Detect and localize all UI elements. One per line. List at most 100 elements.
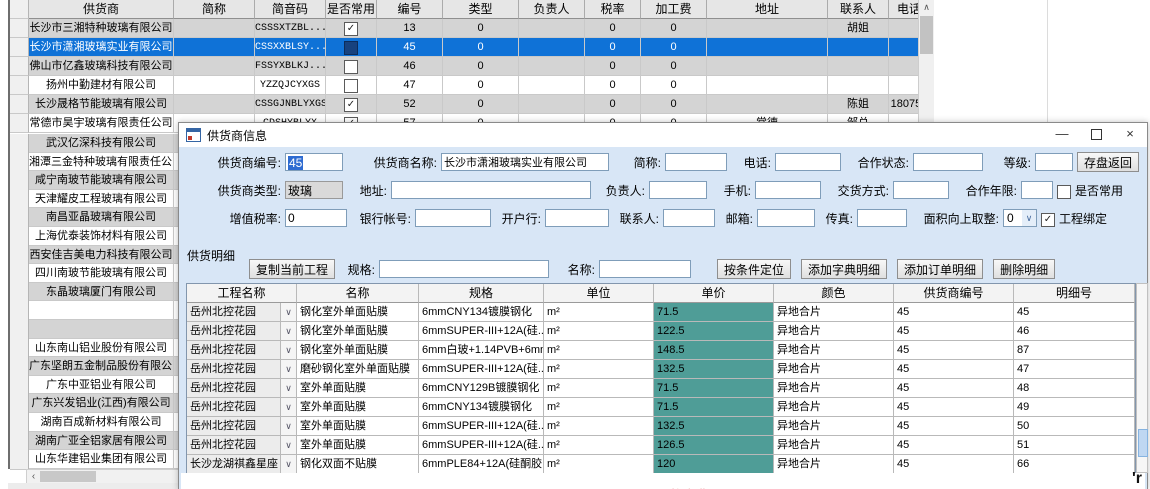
maximize-icon[interactable] — [1079, 123, 1113, 147]
vat-field[interactable] — [285, 209, 347, 227]
chevron-down-icon[interactable]: ∨ — [280, 360, 296, 378]
table-row[interactable]: 岳州北控花园∨磨砂钢化室外单面贴膜6mmSUPER-III+12A(硅...m²… — [187, 360, 1135, 379]
column-header[interactable]: 类型 — [443, 0, 519, 19]
project-combo[interactable]: 岳州北控花园∨ — [187, 436, 297, 455]
cell-tax[interactable]: 0 — [585, 76, 641, 95]
minimize-icon[interactable]: — — [1045, 123, 1079, 147]
address-field[interactable] — [391, 181, 591, 199]
common-checkbox-cell[interactable]: ✓ — [326, 19, 377, 38]
table-row[interactable]: 岳州北控花园∨室外单面贴膜6mmSUPER-III+12A(硅...m²132.… — [187, 417, 1135, 436]
grade-field[interactable] — [1035, 153, 1073, 171]
cell-code[interactable]: CSSGJNBLYXGS — [255, 95, 326, 114]
cell-fee[interactable]: 0 — [641, 57, 707, 76]
project-combo[interactable]: 岳州北控花园∨ — [187, 379, 297, 398]
checkbox-icon[interactable]: ✓ — [344, 98, 358, 112]
column-header[interactable]: 名称 — [297, 284, 419, 303]
cell-short-name[interactable] — [174, 57, 255, 76]
cell-supplier[interactable]: 长沙市潇湘玻璃实业有限公司 — [29, 38, 174, 57]
cell-fee[interactable]: 0 — [641, 95, 707, 114]
chevron-up-icon[interactable]: ∧ — [919, 0, 934, 15]
list-item[interactable]: 四川南玻节能玻璃有限公司 — [10, 264, 180, 283]
phone-field[interactable] — [775, 153, 841, 171]
locate-button[interactable]: 按条件定位 — [717, 259, 791, 279]
chevron-down-icon[interactable]: ∨ — [280, 436, 296, 454]
cell-id[interactable]: 47 — [377, 76, 443, 95]
list-horizontal-scrollbar[interactable]: ‹ — [26, 469, 180, 484]
column-header[interactable]: 税率 — [585, 0, 641, 19]
project-combo[interactable]: 岳州北控花园∨ — [187, 322, 297, 341]
chevron-down-icon[interactable]: ∨ — [280, 455, 296, 473]
cell-address[interactable] — [707, 19, 828, 38]
project-combo[interactable]: 岳州北控花园∨ — [187, 341, 297, 360]
project-combo[interactable]: 岳州北控花园∨ — [187, 417, 297, 436]
table-row[interactable]: 扬州中勤建材有限公司YZZQJCYXGS47000 — [10, 76, 934, 95]
cell-contact[interactable] — [828, 57, 889, 76]
column-header[interactable]: 地址 — [707, 0, 828, 19]
project-combo[interactable]: 岳州北控花园∨ — [187, 360, 297, 379]
cell-code[interactable]: CSSSXTZBL... — [255, 19, 326, 38]
column-header[interactable]: 工程名称 — [187, 284, 297, 303]
manager-field[interactable] — [649, 181, 707, 199]
cell-short-name[interactable] — [174, 76, 255, 95]
checkbox-icon[interactable] — [1057, 185, 1071, 199]
contact-field[interactable] — [663, 209, 715, 227]
cell-tax[interactable]: 0 — [585, 57, 641, 76]
short-name-field[interactable] — [665, 153, 727, 171]
table-row[interactable]: 长沙市潇湘玻璃实业有限公司CSSXXBLSY...45000 — [10, 38, 934, 57]
cell-type[interactable]: 0 — [443, 95, 519, 114]
cell-id[interactable]: 52 — [377, 95, 443, 114]
common-checkbox-cell[interactable]: ✓ — [326, 95, 377, 114]
cell-manager[interactable] — [519, 57, 585, 76]
cell-short-name[interactable] — [174, 95, 255, 114]
cell-manager[interactable] — [519, 76, 585, 95]
cell-contact[interactable] — [828, 76, 889, 95]
copy-project-button[interactable]: 复制当前工程 — [249, 259, 335, 279]
list-item[interactable]: 湖南广亚全铝家居有限公司 — [10, 432, 180, 451]
cell-tax[interactable]: 0 — [585, 38, 641, 57]
detail-vertical-scrollbar[interactable] — [1136, 283, 1148, 473]
checkbox-icon[interactable]: ✓ — [344, 22, 358, 36]
round-up-combo[interactable]: 0 ∨ — [1003, 209, 1037, 227]
supplier-id-field[interactable]: 45 — [285, 153, 343, 171]
cell-type[interactable]: 0 — [443, 57, 519, 76]
table-row[interactable]: 岳州北控花园∨钢化室外单面贴膜6mm白玻+1.14PVB+6mm...m²148… — [187, 341, 1135, 360]
table-row[interactable]: 岳州北控花园∨室外单面贴膜6mmCNY134镀膜钢化m²71.5异地合片4549 — [187, 398, 1135, 417]
chevron-down-icon[interactable]: ∨ — [1022, 210, 1036, 226]
add-dict-button[interactable]: 添加字典明细 — [801, 259, 887, 279]
list-item[interactable]: 武汉亿深科技有限公司 — [10, 134, 180, 153]
column-header[interactable]: 联系人 — [828, 0, 889, 19]
chevron-down-icon[interactable]: ∨ — [280, 417, 296, 435]
chevron-left-icon[interactable]: ‹ — [27, 471, 40, 482]
supplier-type-field[interactable]: 玻璃 — [285, 181, 343, 199]
grid-vertical-scrollbar[interactable]: ∧ — [918, 0, 934, 134]
table-row[interactable]: 长沙晟格节能玻璃有限公司CSSGJNBLYXGS✓52000陈姐180751 — [10, 95, 934, 114]
table-row[interactable]: 长沙龙湖祺鑫星座∨钢化双面不贴膜6mmPLE84+12A(硅酮胶...m²120… — [187, 455, 1135, 474]
cell-fee[interactable]: 0 — [641, 76, 707, 95]
cell-code[interactable]: CSSXXBLSY... — [255, 38, 326, 57]
list-item[interactable]: 山东华建铝业集团有限公司 — [10, 450, 180, 469]
cell-tax[interactable]: 0 — [585, 95, 641, 114]
bind-checkbox-group[interactable]: ✓ 工程绑定 — [1041, 210, 1107, 227]
cell-address[interactable] — [707, 95, 828, 114]
list-item[interactable]: 南昌亚晶玻璃有限公司 — [10, 208, 180, 227]
list-item[interactable]: 东晶玻璃厦门有限公司 — [10, 283, 180, 302]
chevron-down-icon[interactable]: ∨ — [280, 379, 296, 397]
dialog-titlebar[interactable]: 供货商信息 — × — [179, 123, 1147, 147]
list-item[interactable]: 天津耀皮工程玻璃有限公司 — [10, 190, 180, 209]
mobile-field[interactable] — [755, 181, 821, 199]
column-header[interactable]: 简称 — [174, 0, 255, 19]
list-item[interactable]: 广东兴发铝业(江西)有限公司 — [10, 394, 180, 413]
email-field[interactable] — [757, 209, 815, 227]
checkbox-icon[interactable] — [344, 41, 358, 55]
cell-supplier[interactable]: 长沙市三湘特种玻璃有限公司 — [29, 19, 174, 38]
column-header[interactable]: 单价 — [654, 284, 774, 303]
column-header[interactable]: 是否常用 — [326, 0, 377, 19]
common-checkbox-cell[interactable] — [326, 38, 377, 57]
project-combo[interactable]: 岳州北控花园∨ — [187, 398, 297, 417]
delete-detail-button[interactable]: 删除明细 — [993, 259, 1055, 279]
cell-manager[interactable] — [519, 19, 585, 38]
cell-type[interactable]: 0 — [443, 38, 519, 57]
chevron-down-icon[interactable]: ∨ — [280, 398, 296, 416]
column-header[interactable]: 颜色 — [774, 284, 894, 303]
column-header[interactable]: 供货商编号 — [894, 284, 1014, 303]
